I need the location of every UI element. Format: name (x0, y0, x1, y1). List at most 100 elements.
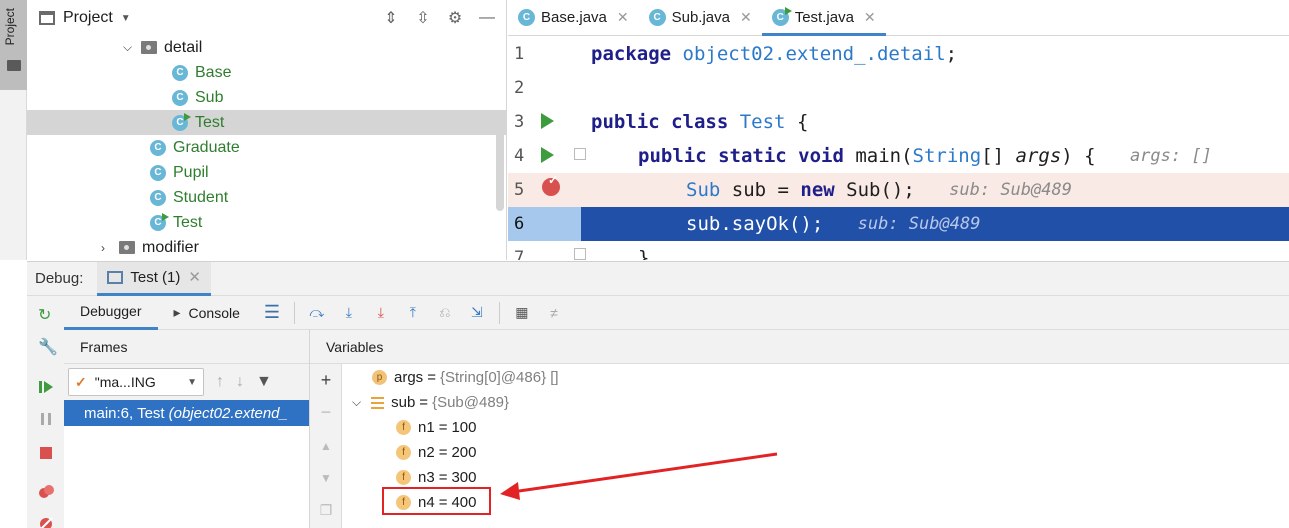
code-editor: C Base.java ✕ C Sub.java ✕ C Test.java ✕… (508, 0, 1289, 260)
stop-icon[interactable] (38, 445, 54, 461)
frames-header: Frames (64, 330, 309, 364)
mute-breakpoints-icon[interactable] (38, 516, 54, 528)
frame-item-selected[interactable]: main:6, Test (object02.extend_ (64, 400, 309, 426)
code-line-1: package object02.extend_.detail; (581, 37, 1289, 71)
tab-debugger[interactable]: Debugger (64, 296, 158, 330)
project-title[interactable]: Project (63, 9, 113, 27)
class-icon: C (172, 89, 188, 106)
runnable-class-icon: C (172, 112, 191, 131)
chevron-down-icon: ▼ (187, 376, 197, 388)
breakpoint-icon[interactable] (542, 173, 560, 196)
tool-window-strip: Project (0, 0, 27, 260)
debug-session-tab[interactable]: Test (1) ✕ (97, 261, 211, 296)
inline-value-hint: sub: Sub@489 (949, 180, 1072, 200)
code-line-4: public static void main(String[] args) {… (581, 139, 1289, 173)
tree-item-base[interactable]: C Base (27, 60, 506, 85)
tree-item-graduate[interactable]: C Graduate (27, 135, 506, 160)
rerun-icon[interactable]: ↻ (38, 308, 54, 324)
keyword: package (591, 43, 672, 65)
step-over-icon[interactable]: ⤼ (306, 302, 328, 324)
tree-item-student[interactable]: C Student (27, 185, 506, 210)
divider (498, 301, 500, 324)
run-icon[interactable] (541, 147, 554, 163)
chevron-down-icon[interactable]: ⌵ (123, 40, 141, 55)
tree-item-label: Test (173, 213, 203, 231)
code-text: sub = (720, 179, 801, 201)
run-icon[interactable] (541, 113, 554, 129)
variable-name: args (394, 369, 424, 386)
close-icon[interactable]: ✕ (188, 268, 201, 286)
trace-stream-icon[interactable]: ≠ (543, 302, 565, 324)
chevron-right-icon[interactable]: › (101, 241, 119, 255)
run-config-icon (107, 270, 124, 284)
project-header: Project ▼ ⇕ ⇳ ⚙ — (27, 0, 506, 36)
variable-row-n1[interactable]: f n1 = 100 (342, 415, 476, 440)
line-number: 6 (508, 207, 581, 241)
session-tab-label: Test (1) (130, 268, 181, 286)
code-area[interactable]: package object02.extend_.detail; public … (581, 37, 1289, 260)
filter-icon[interactable]: ▼ (256, 373, 272, 391)
tree-item-pupil[interactable]: C Pupil (27, 160, 506, 185)
thread-selector[interactable]: ✓ "ma...ING ▼ (68, 368, 204, 396)
wrench-icon[interactable]: 🔧 (38, 340, 58, 356)
punct: { (785, 111, 809, 133)
class-icon: C (518, 8, 535, 26)
layout-menu-icon[interactable]: ☰ (261, 302, 283, 324)
pause-icon[interactable] (38, 411, 54, 427)
field-list-icon (371, 396, 385, 409)
chevron-down-icon[interactable]: ⌵ (352, 395, 361, 410)
code-text: Sub(); (834, 179, 915, 201)
keyword: new (800, 179, 835, 201)
drop-frame-icon[interactable]: ⎌ (434, 302, 456, 324)
equals-sign: = (438, 419, 448, 436)
chevron-down-icon[interactable]: ▼ (121, 13, 131, 24)
tab-console[interactable]: ▸ Console (158, 296, 256, 330)
close-icon[interactable]: ✕ (617, 9, 629, 26)
folder-icon (7, 60, 21, 71)
punct: ) { (1061, 145, 1096, 167)
tree-item-sub[interactable]: C Sub (27, 85, 506, 110)
tree-item-detail[interactable]: ⌵ detail (27, 35, 506, 60)
minimize-icon[interactable]: — (476, 8, 498, 28)
step-into-icon[interactable]: ⤓ (338, 302, 360, 324)
collapse-all-icon[interactable]: ⇳ (412, 8, 434, 28)
force-step-into-icon[interactable]: ⤓ (370, 302, 392, 324)
gear-icon[interactable]: ⚙ (444, 8, 466, 28)
variable-row-sub[interactable]: ⌵ sub = {Sub@489} (342, 390, 509, 415)
project-tool-tab-label: Project (3, 8, 17, 46)
field-icon: f (396, 445, 411, 460)
view-breakpoints-icon[interactable] (38, 484, 54, 500)
evaluate-expression-icon[interactable]: ▦ (511, 302, 533, 324)
runnable-class-icon: C (771, 6, 792, 26)
tree-item-test[interactable]: C Test (27, 210, 506, 235)
project-scrollbar[interactable] (496, 125, 504, 211)
close-icon[interactable]: ✕ (740, 9, 752, 26)
tab-base-java[interactable]: C Base.java ✕ (508, 0, 639, 35)
tree-item-modifier[interactable]: › modifier (27, 235, 506, 260)
variable-row-args[interactable]: p args = {String[0]@486} [] (342, 365, 559, 390)
add-watch-icon[interactable]: + (318, 371, 334, 389)
frame-label: main:6, Test (84, 404, 165, 422)
step-out-icon[interactable]: ⤒ (402, 302, 424, 324)
arrow-down-icon[interactable]: ↓ (236, 373, 244, 391)
arrow-up-icon[interactable]: ↑ (216, 373, 224, 391)
tab-sub-java[interactable]: C Sub.java ✕ (639, 0, 762, 35)
field-icon: f (396, 420, 411, 435)
expand-all-icon[interactable]: ⇕ (380, 8, 402, 28)
resume-icon[interactable] (38, 379, 54, 395)
tree-item-test-selected[interactable]: C Test (27, 110, 506, 135)
run-to-cursor-icon[interactable]: ⇲ (466, 302, 488, 324)
tab-test-java[interactable]: C Test.java ✕ (761, 0, 886, 36)
variable-row-n2[interactable]: f n2 = 200 (342, 440, 476, 465)
move-down-icon[interactable]: ▼ (318, 470, 334, 486)
equals-sign: = (438, 469, 448, 486)
editor-gutter[interactable]: 1 2 3 4 5 6 7 (508, 37, 586, 260)
package-name: object02.extend_.detail (682, 43, 946, 65)
class-icon: C (172, 64, 188, 81)
frame-package: (object02.extend_ (168, 404, 288, 422)
close-icon[interactable]: ✕ (864, 9, 876, 26)
project-tool-tab[interactable]: Project (0, 0, 27, 90)
remove-icon[interactable]: − (318, 403, 334, 421)
copy-icon[interactable]: ❐ (318, 502, 334, 518)
move-up-icon[interactable]: ▲ (318, 438, 334, 454)
